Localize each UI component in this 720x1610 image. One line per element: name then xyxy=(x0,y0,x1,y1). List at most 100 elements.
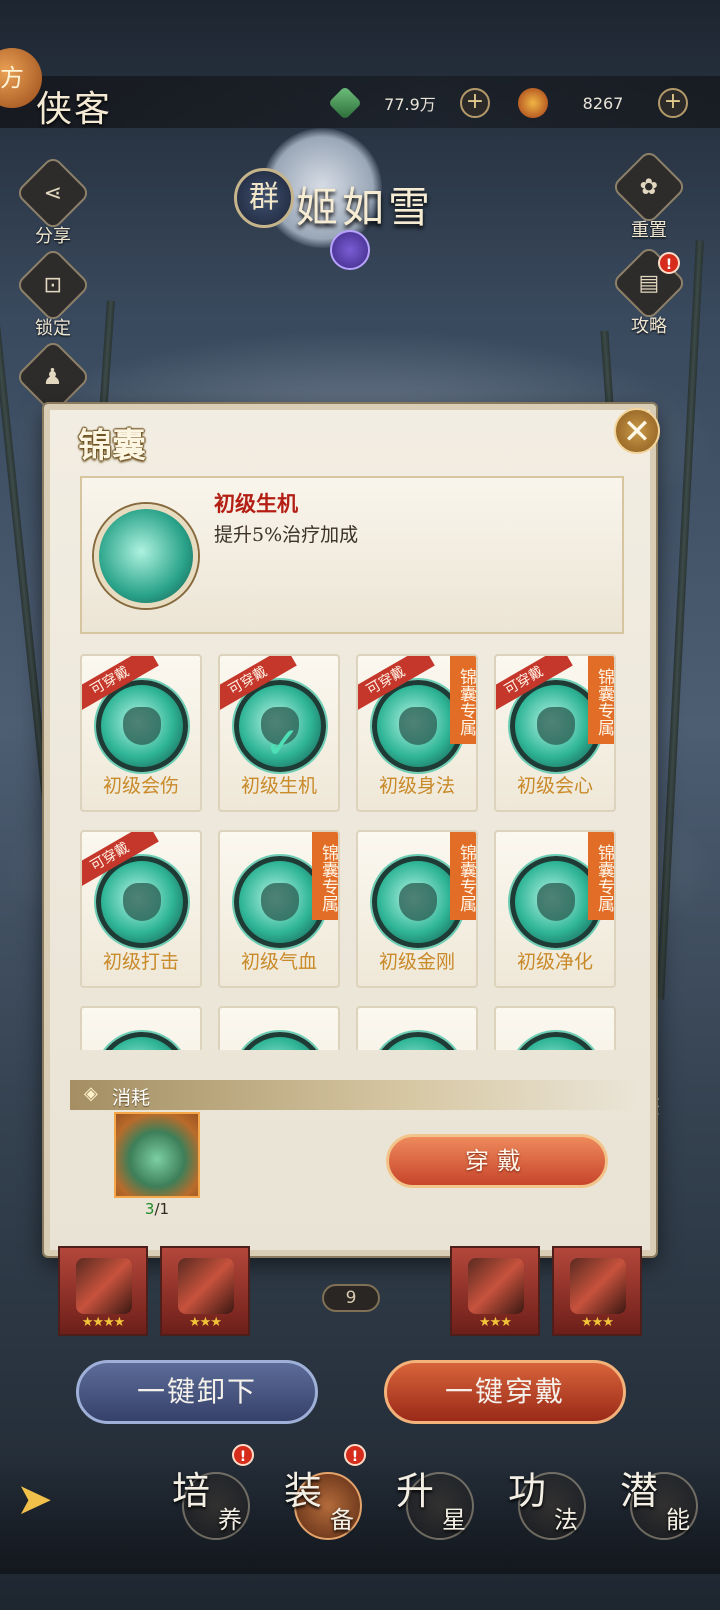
selected-item-desc: 提升5%治疗加成 xyxy=(214,524,359,546)
bag-card-name: 初级金刚 xyxy=(378,951,455,973)
cost-count: 3/1 xyxy=(114,1200,200,1218)
star-rating: ★★★ xyxy=(189,1315,222,1330)
equip-count-badge: 9 xyxy=(322,1284,380,1312)
wear-button[interactable]: 穿戴 xyxy=(386,1134,608,1188)
bag-glyph-icon xyxy=(537,883,575,921)
jade-icon xyxy=(328,86,362,120)
tab-4[interactable]: 潜能 xyxy=(614,1456,714,1546)
brocade-bag-icon xyxy=(96,1032,188,1050)
bag-card-name: 初级生机 xyxy=(240,775,317,797)
tab-label-sub: 法 xyxy=(554,1506,578,1534)
tab-2[interactable]: 升星 xyxy=(390,1456,490,1546)
exclusive-tag: 锦囊专属 xyxy=(588,832,614,920)
bag-card[interactable]: ✓ 初级生机 可穿戴 xyxy=(218,654,340,812)
lock-button[interactable]: ⊡ 锁定 xyxy=(14,246,92,340)
dialog-title: 锦囊 xyxy=(78,426,146,466)
ingot-icon xyxy=(518,88,548,118)
exclusive-tag: 锦囊专属 xyxy=(588,656,614,744)
notification-dot: ! xyxy=(344,1444,366,1466)
share-button[interactable]: ⋖ 分享 xyxy=(14,154,92,248)
equip-all-button[interactable]: 一键穿戴 xyxy=(384,1360,626,1424)
cost-need: 1 xyxy=(159,1200,170,1218)
bag-glyph-icon xyxy=(399,883,437,921)
tab-label-sub: 能 xyxy=(666,1506,690,1534)
cost-item-bag-icon[interactable] xyxy=(114,1112,200,1198)
bag-card[interactable]: 初级气血 锦囊专属 xyxy=(218,830,340,988)
close-button[interactable]: ✕ xyxy=(614,408,660,454)
tab-label-sub: 备 xyxy=(330,1506,354,1534)
tab-label-main: 潜 xyxy=(620,1469,659,1513)
brocade-bag-icon xyxy=(234,1032,326,1050)
currency-value: 77.9万 xyxy=(384,95,436,114)
bag-glyph-icon xyxy=(261,883,299,921)
bag-card-name: 初级气血 xyxy=(240,951,317,973)
share-icon: ⋖ xyxy=(14,154,92,232)
currency-value: 8267 xyxy=(582,93,624,113)
lock-icon: ⊡ xyxy=(14,246,92,324)
tab-label-main: 装 xyxy=(284,1469,323,1513)
bag-glyph-icon xyxy=(123,707,161,745)
tab-label-sub: 养 xyxy=(218,1506,242,1534)
bag-card[interactable]: 初级会心 可穿戴 锦囊专属 xyxy=(494,654,616,812)
diamond-icon: ◈ xyxy=(84,1083,98,1104)
reset-button[interactable]: ✿ 重置 xyxy=(610,148,688,242)
exclusive-tag: 锦囊专属 xyxy=(450,832,476,920)
tab-3[interactable]: 功法 xyxy=(502,1456,602,1546)
bag-card[interactable] xyxy=(218,1006,340,1050)
bag-card[interactable]: 初级打击 可穿戴 xyxy=(80,830,202,988)
bag-card-name: 初级打击 xyxy=(102,951,179,973)
checkmark-icon: ✓ xyxy=(264,718,301,769)
equip-slot-boots[interactable]: ★★★ xyxy=(552,1246,642,1336)
bag-card[interactable]: 初级金刚 锦囊专属 xyxy=(356,830,478,988)
currency-gold: 8267 + xyxy=(518,86,688,120)
sword-icon xyxy=(76,1258,132,1314)
brocade-bag-dialog: 锦囊 ✕ 初级生机 提升5%治疗加成 初级会伤 可穿戴 ✓ 初级生机 可穿戴 初级身法 可穿… xyxy=(44,404,660,1256)
bag-glyph-icon xyxy=(399,707,437,745)
guide-button[interactable]: ▤ 攻略 ! xyxy=(610,244,688,338)
selected-item-detail: 初级生机 提升5%治疗加成 xyxy=(80,476,624,634)
cost-bar: ◈ 消耗 xyxy=(70,1080,638,1110)
bag-card[interactable] xyxy=(80,1006,202,1050)
bag-card[interactable]: 初级身法 可穿戴 锦囊专属 xyxy=(356,654,478,812)
tab-0[interactable]: 培养! xyxy=(166,1444,266,1546)
bag-glyph-icon xyxy=(537,707,575,745)
faction-badge: 群 xyxy=(234,168,294,228)
star-rating: ★★★ xyxy=(479,1315,512,1330)
cost-label: 消耗 xyxy=(112,1087,151,1109)
back-arrow-icon[interactable]: ➤ xyxy=(16,1478,106,1522)
armor-icon xyxy=(178,1258,234,1314)
brocade-bag-icon xyxy=(372,1032,464,1050)
tab-label-sub: 星 xyxy=(442,1506,466,1534)
exclusive-tag: 锦囊专属 xyxy=(312,832,338,920)
add-gold-button[interactable]: + xyxy=(658,88,688,118)
bag-card[interactable] xyxy=(494,1006,616,1050)
tab-label-main: 升 xyxy=(396,1469,435,1513)
star-rating: ★★★ xyxy=(581,1315,614,1330)
brocade-bag-icon xyxy=(94,504,198,608)
bag-grid[interactable]: 初级会伤 可穿戴 ✓ 初级生机 可穿戴 初级身法 可穿戴 锦囊专属 初级会心 可穿戴 锦囊专属 初级打… xyxy=(80,654,624,1050)
tab-1[interactable]: 装备! xyxy=(278,1444,378,1546)
brocade-bag-icon xyxy=(510,1032,602,1050)
outfit-button[interactable]: ♟ xyxy=(14,338,92,416)
unequip-all-button[interactable]: 一键卸下 xyxy=(76,1360,318,1424)
hero-name: 姬如雪 xyxy=(296,183,435,232)
equip-slot-headwear[interactable]: ★★★ xyxy=(450,1246,540,1336)
bag-card-name: 初级会伤 xyxy=(102,775,179,797)
tab-label-main: 培 xyxy=(172,1469,211,1513)
lotus-icon: ✿ xyxy=(610,148,688,226)
add-jade-button[interactable]: + xyxy=(460,88,490,118)
bag-glyph-icon xyxy=(123,883,161,921)
equip-slot-armor[interactable]: ★★★ xyxy=(160,1246,250,1336)
tab-label-main: 功 xyxy=(508,1469,547,1513)
bag-card[interactable]: 初级会伤 可穿戴 xyxy=(80,654,202,812)
rank-emblem-icon xyxy=(330,230,370,270)
equip-slot-weapon[interactable]: ★★★★ xyxy=(58,1246,148,1336)
bag-card-name: 初级会心 xyxy=(516,775,593,797)
notification-dot: ! xyxy=(658,252,680,274)
selected-item-name: 初级生机 xyxy=(214,491,298,516)
bag-card[interactable] xyxy=(356,1006,478,1050)
bag-card[interactable]: 初级净化 锦囊专属 xyxy=(494,830,616,988)
currency-jade: 77.9万 + xyxy=(328,86,490,120)
boots-icon xyxy=(570,1258,626,1314)
notification-dot: ! xyxy=(232,1444,254,1466)
